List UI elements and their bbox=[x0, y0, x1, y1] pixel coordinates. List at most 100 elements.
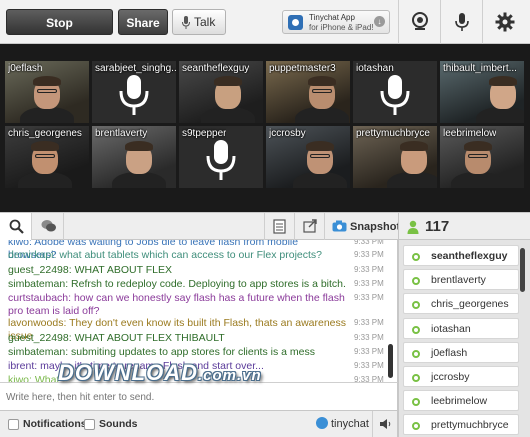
tab-private-messages[interactable] bbox=[32, 213, 64, 240]
video-tile-name: iotashan bbox=[356, 63, 394, 74]
user-name: iotashan bbox=[431, 322, 471, 335]
online-status-icon bbox=[412, 398, 420, 407]
chat-message-author[interactable]: lavonwoods: bbox=[8, 317, 66, 329]
chat-message-author[interactable]: curtstaubach: bbox=[8, 292, 71, 304]
online-status-icon bbox=[412, 325, 420, 334]
chat-message-time: 9:33 PM bbox=[354, 250, 384, 259]
watermark: DOWNLOAD.com.vn bbox=[58, 360, 262, 386]
top-toolbar: Stop Broadcasting Share Talk Tinychat Ap… bbox=[0, 0, 530, 56]
document-button[interactable] bbox=[264, 213, 294, 240]
user-list-item[interactable]: leebrimelow bbox=[403, 390, 519, 412]
video-tile-name: seantheflexguy bbox=[182, 63, 250, 74]
user-list-item[interactable]: jccrosby bbox=[403, 366, 519, 387]
volume-button[interactable] bbox=[372, 411, 398, 437]
chat-message-text: WHAT ABOUT FLEX THIBAULT bbox=[74, 332, 225, 344]
tinychat-logo-icon bbox=[316, 417, 328, 429]
sounds-checkbox[interactable] bbox=[84, 419, 95, 430]
tab-chat-search[interactable] bbox=[0, 213, 32, 240]
settings-button[interactable] bbox=[482, 0, 530, 44]
snapshot-label: Snapshot bbox=[350, 221, 401, 233]
popout-icon bbox=[303, 219, 317, 233]
video-tile-name: leebrimelow bbox=[443, 128, 497, 139]
talk-button[interactable]: Talk bbox=[172, 9, 226, 35]
video-tile-name: thibault_imbert... bbox=[443, 63, 517, 74]
user-list-scrollbar[interactable] bbox=[520, 244, 526, 434]
video-tile[interactable]: seantheflexguy bbox=[179, 61, 263, 123]
video-tile[interactable]: sarabjeet_singhg... bbox=[92, 61, 176, 123]
video-tile[interactable]: puppetmaster3 bbox=[266, 61, 350, 123]
snapshot-button[interactable]: Snapshot bbox=[324, 213, 401, 240]
chat-message-author[interactable]: demirkapi: bbox=[8, 249, 56, 261]
chat-message-time: 9:33 PM bbox=[354, 318, 384, 327]
video-tile-name: brentlaverty bbox=[95, 128, 148, 139]
chat-message: simbateman: Refrsh to redeploy code. Dep… bbox=[8, 278, 384, 291]
chat-message-author[interactable]: kiwo: bbox=[8, 374, 32, 382]
video-tile[interactable]: thibault_imbert... bbox=[440, 61, 524, 123]
tinychat-app-promo[interactable]: Tinychat App for iPhone & iPad! ↓ bbox=[282, 10, 390, 34]
chat-toolbar: Snapshot bbox=[0, 212, 401, 240]
tinychat-logo[interactable]: tinychat bbox=[316, 417, 369, 430]
video-tile[interactable]: j0eflash bbox=[5, 61, 89, 123]
watermark-suffix: .com.vn bbox=[197, 367, 262, 384]
video-grid: j0eflash sarabjeet_singhg... seantheflexgu… bbox=[0, 44, 530, 212]
chat-message-author[interactable]: guest_22498: bbox=[8, 332, 72, 344]
chat-input-row bbox=[0, 382, 398, 410]
user-name: leebrimelow bbox=[431, 395, 488, 408]
user-list-item[interactable]: seantheflexguy bbox=[403, 245, 519, 266]
user-list-item[interactable]: prettymuchbryce bbox=[403, 414, 519, 436]
chat-message-author[interactable]: simbateman: bbox=[8, 346, 68, 358]
user-list-item[interactable]: brentlaverty bbox=[403, 269, 519, 291]
person-body bbox=[451, 172, 505, 188]
microphone-icon bbox=[380, 75, 410, 115]
chat-message-time: 9:33 PM bbox=[354, 375, 384, 382]
user-list-item[interactable]: chris_georgenes bbox=[403, 293, 519, 315]
chat-scrollbar-thumb[interactable] bbox=[388, 344, 393, 378]
notifications-checkbox[interactable] bbox=[8, 419, 19, 430]
stop-broadcasting-button[interactable]: Stop Broadcasting bbox=[6, 9, 113, 56]
user-list-item[interactable]: j0eflash bbox=[403, 341, 519, 363]
chat-scrollbar[interactable] bbox=[388, 246, 394, 380]
chat-message-time: 9:33 PM bbox=[354, 361, 384, 370]
video-tile[interactable]: iotashan bbox=[353, 61, 437, 123]
video-tile[interactable]: leebrimelow bbox=[440, 126, 524, 188]
video-tile-name: puppetmaster3 bbox=[269, 63, 336, 74]
camera-icon bbox=[332, 220, 347, 232]
person-body bbox=[112, 172, 166, 188]
user-count-header[interactable]: 117 bbox=[398, 212, 530, 240]
person-body bbox=[18, 172, 72, 188]
chat-message-author[interactable]: simbateman: bbox=[8, 278, 68, 290]
video-tile-name: s9tpepper bbox=[182, 128, 227, 139]
person-hair bbox=[308, 76, 336, 86]
chat-message-author[interactable]: kiwo: bbox=[8, 240, 32, 248]
user-list-scrollbar-thumb[interactable] bbox=[520, 248, 525, 292]
chat-input[interactable] bbox=[6, 389, 386, 405]
chat-message-author[interactable]: ibrent: bbox=[8, 360, 37, 372]
popout-button[interactable] bbox=[294, 213, 324, 240]
speaker-icon bbox=[380, 419, 391, 429]
microphone-settings-button[interactable] bbox=[440, 0, 482, 44]
chat-options-bar: Notifications Sounds tinychat bbox=[0, 410, 398, 437]
chat-message-time: 9:33 PM bbox=[354, 279, 384, 288]
user-name: prettymuchbryce bbox=[431, 419, 509, 432]
person-body bbox=[20, 107, 74, 123]
chat-message: simbateman: submiting updates to app sto… bbox=[8, 346, 384, 359]
person-body bbox=[201, 107, 255, 123]
person-hair bbox=[125, 141, 153, 151]
video-tile[interactable]: jccrosby bbox=[266, 126, 350, 188]
microphone-icon bbox=[206, 140, 236, 180]
person-hair bbox=[489, 76, 517, 86]
person-glasses bbox=[468, 154, 488, 158]
person-hair bbox=[31, 141, 59, 151]
webcam-settings-button[interactable] bbox=[398, 0, 440, 44]
chat-message-text: submiting updates to app stores for clie… bbox=[71, 346, 315, 358]
user-list-item[interactable]: iotashan bbox=[403, 317, 519, 339]
tinychat-app-icon bbox=[288, 15, 303, 30]
video-tile[interactable]: s9tpepper bbox=[179, 126, 263, 188]
video-tile[interactable]: brentlaverty bbox=[92, 126, 176, 188]
video-tile[interactable]: chris_georgenes bbox=[5, 126, 89, 188]
chat-message-author[interactable]: guest_22498: bbox=[8, 264, 72, 276]
video-tile[interactable]: prettymuchbryce bbox=[353, 126, 437, 188]
user-name: seantheflexguy bbox=[431, 250, 508, 262]
share-button[interactable]: Share bbox=[118, 9, 168, 35]
magnifier-icon bbox=[9, 219, 24, 234]
